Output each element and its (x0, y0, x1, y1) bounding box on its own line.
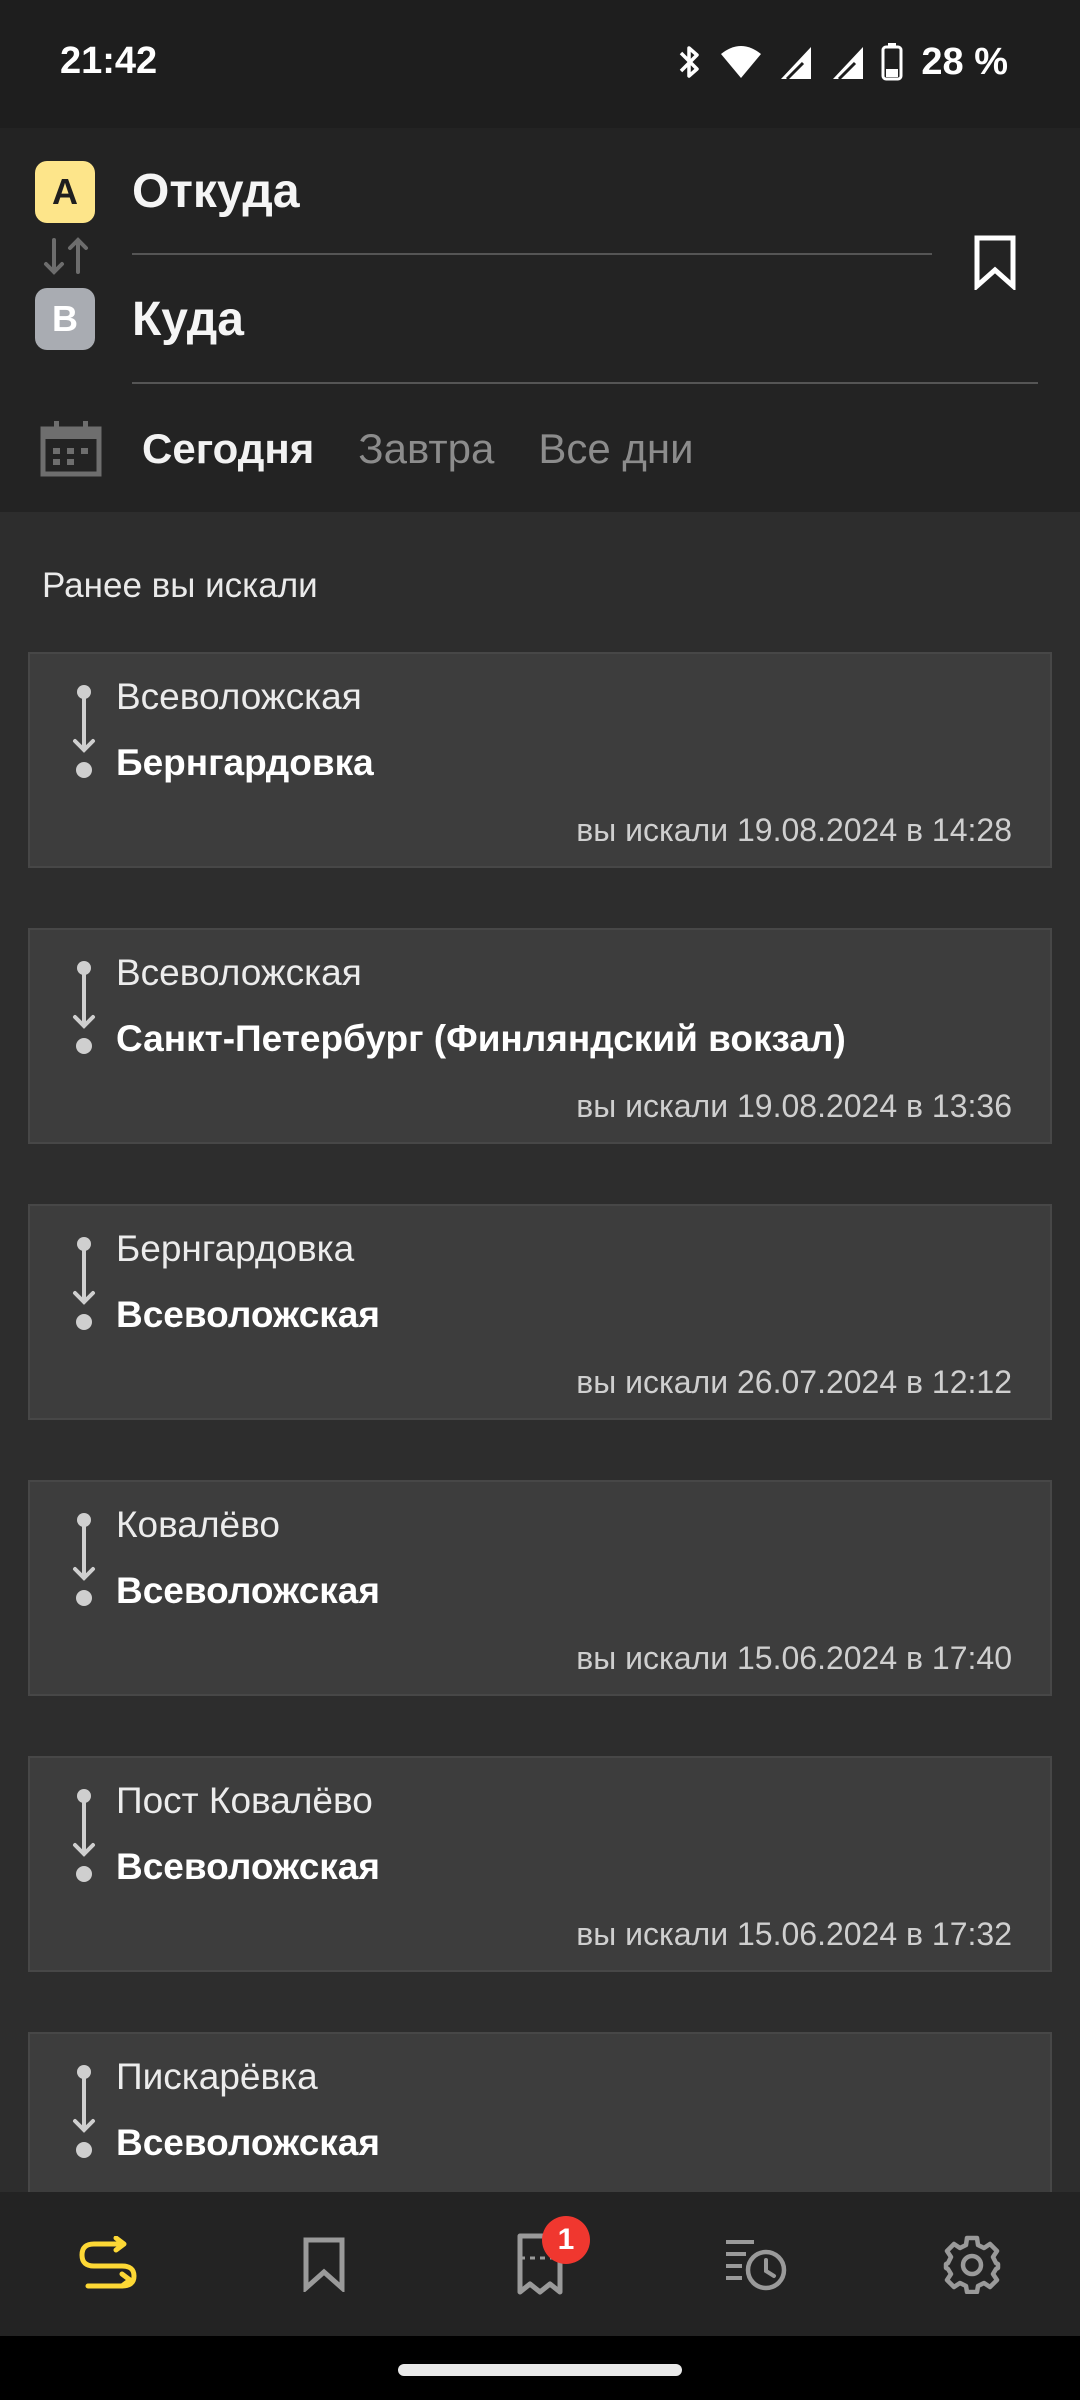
tab-tomorrow[interactable]: Завтра (358, 425, 494, 473)
route-line-icon (73, 685, 95, 778)
nav-tickets[interactable]: 1 (480, 2204, 600, 2324)
search-date: вы искали 19.08.2024 в 14:28 (576, 812, 1012, 848)
list-item[interactable]: Всеволожская Санкт-Петербург (Финляндски… (28, 928, 1052, 1144)
from-station: Пискарёвка (116, 2056, 318, 2097)
to-badge: B (35, 288, 95, 350)
to-station: Всеволожская (116, 2122, 380, 2163)
search-date: вы искали 26.07.2024 в 12:12 (576, 1364, 1012, 1400)
signal-icon (833, 47, 864, 81)
nav-routes[interactable] (48, 2204, 168, 2324)
tab-all-days[interactable]: Все дни (538, 425, 693, 473)
date-selector: Сегодня Завтра Все дни (40, 412, 738, 486)
route-line-icon (73, 2065, 95, 2158)
calendar-icon[interactable] (40, 421, 102, 477)
list-item[interactable]: Пост Ковалёво Всеволожская вы искали 15.… (28, 1756, 1052, 1972)
route-line-icon (73, 1513, 95, 1606)
from-station: Всеволожская (116, 676, 362, 717)
list-item[interactable]: Всеволожская Бернгардовка вы искали 19.0… (28, 652, 1052, 868)
route-line-icon (73, 1237, 95, 1330)
to-station: Всеволожская (116, 1294, 380, 1335)
route-header: A B Откуда Куда Сегодня Завтра Все дни (0, 128, 1080, 512)
history-icon (726, 2240, 787, 2291)
save-route-button[interactable] (960, 224, 1030, 300)
status-icons: 28 % (675, 38, 1008, 86)
nav-history[interactable] (696, 2204, 816, 2324)
history-list: Всеволожская Бернгардовка вы искали 19.0… (28, 652, 1052, 2308)
from-station: Пост Ковалёво (116, 1780, 373, 1821)
divider (132, 253, 932, 255)
gear-icon (943, 2235, 1001, 2294)
from-badge: A (35, 161, 95, 223)
list-item[interactable]: Ковалёво Всеволожская вы искали 15.06.20… (28, 1480, 1052, 1696)
signal-icon (781, 47, 812, 81)
route-line-icon (73, 961, 95, 1054)
to-station: Всеволожская (116, 1570, 380, 1611)
search-date: вы искали 19.08.2024 в 13:36 (576, 1088, 1012, 1124)
status-bar: 21:42 28 % (0, 0, 1080, 128)
bottom-navigation: 1 (0, 2192, 1080, 2336)
nav-settings[interactable] (912, 2204, 1032, 2324)
divider (132, 382, 1038, 384)
bookmark-icon (974, 235, 1016, 290)
search-date: вы искали 15.06.2024 в 17:40 (576, 1640, 1012, 1676)
routes-icon (79, 2236, 137, 2289)
tab-today[interactable]: Сегодня (142, 425, 314, 473)
from-station: Всеволожская (116, 952, 362, 993)
to-station: Бернгардовка (116, 742, 374, 783)
history-title: Ранее вы искали (42, 566, 318, 605)
to-station: Санкт-Петербург (Финляндский вокзал) (116, 1018, 846, 1059)
bluetooth-icon (680, 46, 700, 78)
tickets-badge: 1 (542, 2216, 590, 2264)
nav-favorites[interactable] (264, 2204, 384, 2324)
from-station: Бернгардовка (116, 1228, 355, 1269)
list-item[interactable]: Бернгардовка Всеволожская вы искали 26.0… (28, 1204, 1052, 1420)
swap-icon[interactable] (40, 234, 92, 278)
wifi-icon (721, 46, 762, 78)
route-line-icon (73, 1789, 95, 1882)
status-time: 21:42 (60, 40, 158, 82)
from-station: Ковалёво (116, 1504, 280, 1545)
battery-level: 28 % (921, 40, 1008, 83)
from-field[interactable]: Откуда (132, 164, 300, 219)
home-gesture-bar[interactable] (398, 2364, 682, 2376)
to-field[interactable]: Куда (132, 292, 244, 347)
to-station: Всеволожская (116, 1846, 380, 1887)
battery-icon (881, 43, 903, 81)
bookmark-icon (303, 2237, 345, 2292)
search-date: вы искали 15.06.2024 в 17:32 (576, 1916, 1012, 1952)
